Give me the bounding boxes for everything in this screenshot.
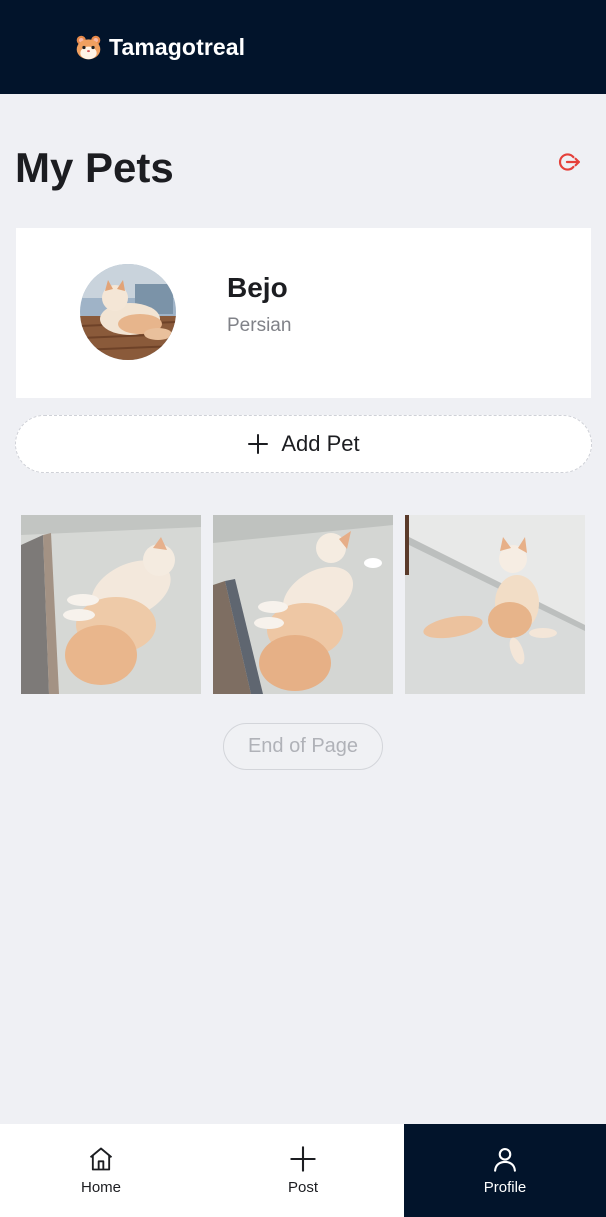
bottom-nav: Home Post Profile [0, 1124, 606, 1217]
pet-avatar [80, 264, 176, 360]
logout-icon [559, 153, 580, 171]
pet-name: Bejo [227, 272, 288, 303]
hamster-icon [76, 35, 101, 59]
nav-item-home[interactable]: Home [0, 1124, 202, 1217]
page-title: My Pets [15, 144, 174, 191]
app-name: Tamagotreal [109, 33, 246, 60]
plus-icon [248, 434, 269, 454]
add-pet-label: Add Pet [281, 431, 360, 456]
nav-item-profile[interactable]: Profile [404, 1124, 606, 1217]
app-header: Tamagotreal [0, 0, 606, 94]
brand[interactable]: Tamagotreal [74, 32, 245, 62]
nav-label-post: Post [287, 1179, 318, 1196]
logout-button[interactable] [554, 148, 582, 176]
add-pet-button[interactable]: Add Pet [15, 415, 592, 473]
gallery-image[interactable] [405, 515, 585, 694]
home-icon [89, 1147, 113, 1171]
user-icon [494, 1148, 516, 1172]
pet-breed: Persian [227, 315, 292, 336]
nav-label-profile: Profile [483, 1179, 527, 1196]
end-of-page-badge: End of Page [223, 723, 383, 770]
pet-card[interactable]: Bejo Persian [16, 228, 591, 398]
plus-icon [290, 1146, 316, 1172]
nav-item-post[interactable]: Post [202, 1124, 404, 1217]
nav-label-home: Home [80, 1179, 121, 1196]
gallery-image[interactable] [21, 515, 201, 694]
gallery-image[interactable] [213, 515, 393, 694]
